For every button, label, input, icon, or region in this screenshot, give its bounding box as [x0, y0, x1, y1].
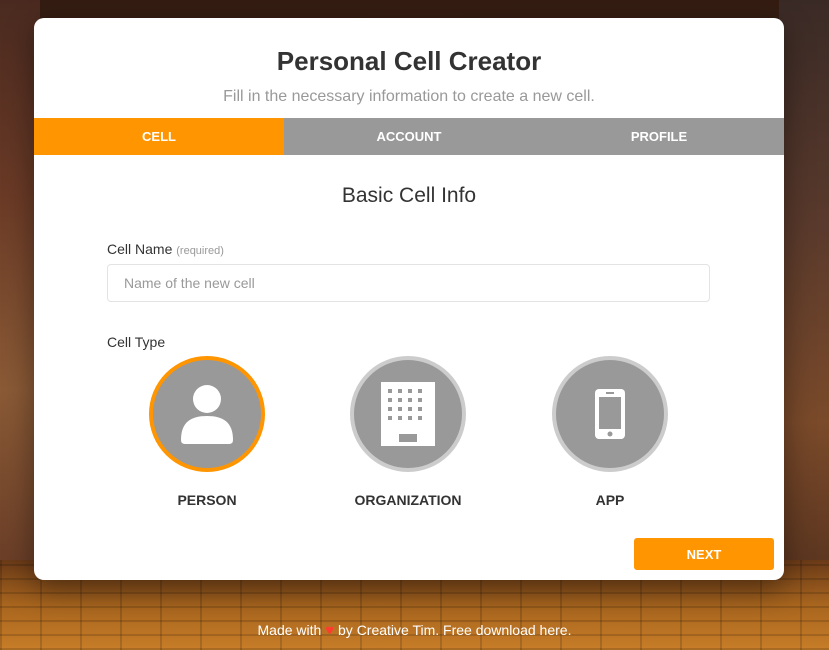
- page-title: Personal Cell Creator: [276, 46, 542, 76]
- cell-name-input[interactable]: [107, 264, 710, 302]
- cell-name-label-text: Cell Name: [107, 241, 173, 257]
- building-icon: [381, 382, 435, 446]
- cell-type-organization[interactable]: ORGANIZATION: [328, 356, 488, 511]
- person-icon: [181, 385, 233, 444]
- section-title: Basic Cell Info: [341, 184, 477, 207]
- cell-name-label: Cell Name (required): [107, 241, 224, 257]
- footer-credit-link[interactable]: by Creative Tim. Free download here.: [338, 622, 571, 638]
- next-button[interactable]: NEXT: [634, 538, 774, 570]
- wizard-tabs: CELL ACCOUNT PROFILE: [34, 118, 784, 155]
- tab-account[interactable]: ACCOUNT: [284, 118, 534, 155]
- tab-profile[interactable]: PROFILE: [534, 118, 784, 155]
- required-note: (required): [176, 245, 224, 257]
- heart-icon: ♥: [325, 622, 335, 639]
- footer-made-with: Made with: [257, 622, 322, 638]
- person-choice-label: PERSON: [177, 492, 237, 508]
- app-choice-label: APP: [595, 492, 625, 508]
- person-choice-circle[interactable]: [149, 356, 265, 472]
- cell-type-person[interactable]: PERSON: [127, 356, 287, 511]
- cell-type-label: Cell Type: [107, 334, 166, 350]
- page-subtitle: Fill in the necessary information to cre…: [223, 88, 595, 105]
- organization-choice-circle[interactable]: [350, 356, 466, 472]
- organization-choice-label: ORGANIZATION: [354, 492, 462, 508]
- background-right-buildings: [779, 0, 829, 650]
- tab-cell[interactable]: CELL: [34, 118, 284, 155]
- wizard-card: Personal Cell Creator Fill in the necess…: [34, 18, 784, 580]
- footer: Made with ♥ by Creative Tim. Free downlo…: [0, 622, 829, 639]
- cell-type-app[interactable]: APP: [530, 356, 690, 511]
- app-choice-circle[interactable]: [552, 356, 668, 472]
- phone-icon: [595, 389, 625, 439]
